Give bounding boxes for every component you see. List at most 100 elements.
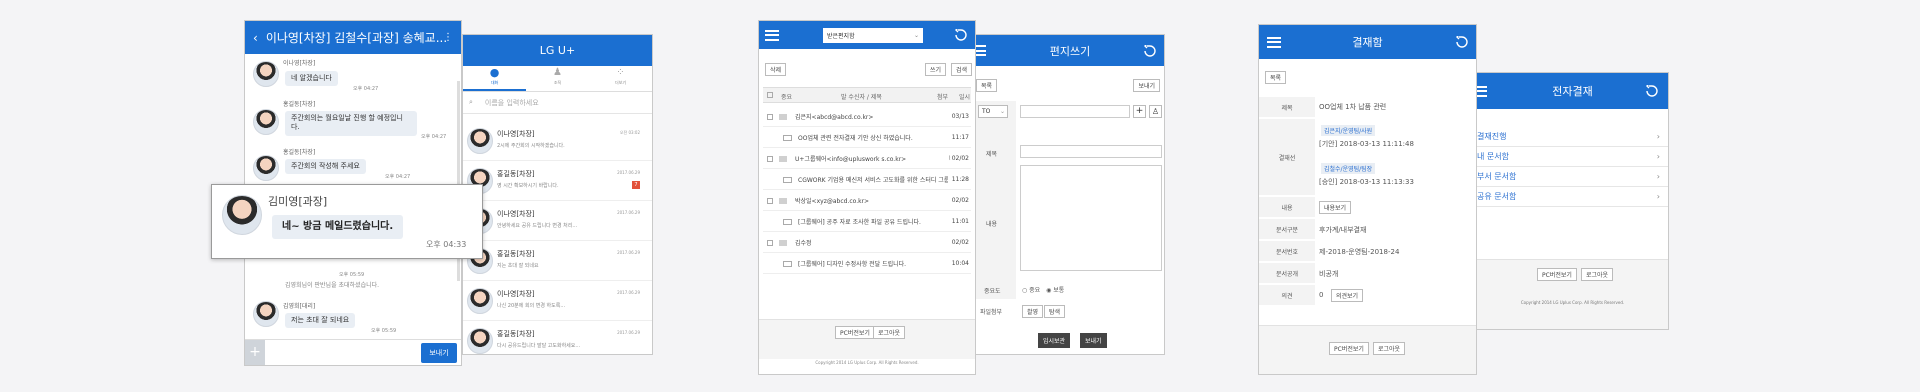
search-bar[interactable]: ⌕ 이름을 입력하세요 bbox=[463, 92, 652, 114]
chat-message bbox=[253, 61, 279, 87]
chat-input[interactable] bbox=[267, 344, 417, 362]
conversation-row[interactable]: 이나영[차장] 2시에 주간회의 시작하겠습니다. 오전 03:02 bbox=[463, 121, 652, 161]
menu-icon[interactable] bbox=[976, 45, 986, 56]
address-book-icon[interactable]: ♙ bbox=[1149, 105, 1162, 118]
back-icon[interactable] bbox=[1142, 44, 1158, 57]
refresh-icon[interactable] bbox=[953, 29, 969, 41]
view-opinion-button[interactable]: 의견보기 bbox=[1331, 289, 1364, 302]
send-top-button[interactable]: 보내기 bbox=[1133, 79, 1160, 92]
browse-button[interactable]: 탐색 bbox=[1044, 305, 1066, 318]
mail-star-icon[interactable] bbox=[779, 113, 787, 120]
mail-sender-row[interactable]: 김수정 02/02 bbox=[763, 233, 971, 253]
mail-checkbox[interactable] bbox=[767, 197, 773, 204]
view-content-button[interactable]: 내용보기 bbox=[1319, 201, 1352, 214]
conversation-row[interactable]: 이나영[차장] 안녕하세요 공유 드립니다 변경 처리... 2017.06.29 bbox=[463, 201, 652, 241]
write-button[interactable]: 쓰기 bbox=[925, 63, 947, 76]
subject-input[interactable] bbox=[1020, 145, 1162, 158]
compose-title: 편지쓰기 bbox=[1049, 44, 1091, 58]
menu-icon[interactable] bbox=[1267, 36, 1281, 48]
menu-item-my-docs[interactable]: 내 문서함 › bbox=[1477, 147, 1668, 167]
pc-version-button[interactable]: PC버전보기 bbox=[1329, 342, 1369, 355]
tab-more[interactable]: ⁘ 더보기 bbox=[589, 66, 652, 91]
mail-checkbox[interactable] bbox=[767, 113, 773, 120]
back-arrow-icon[interactable]: ‹ bbox=[253, 31, 258, 45]
unread-badge: 7 bbox=[632, 181, 640, 189]
search-placeholder: 이름을 입력하세요 bbox=[484, 98, 539, 107]
list-button[interactable]: 목록 bbox=[976, 79, 998, 92]
delete-button[interactable]: 삭제 bbox=[765, 63, 787, 76]
mail-sender-row[interactable]: 김은지<abcd@abcd.co.kr> 03/13 bbox=[763, 107, 971, 127]
menu-icon[interactable] bbox=[1477, 85, 1487, 97]
menu-item-dept-docs[interactable]: 부서 문서함 › bbox=[1477, 167, 1668, 187]
list-button[interactable]: 목록 bbox=[1265, 71, 1287, 84]
radio-important[interactable]: ○ 중요 bbox=[1022, 287, 1040, 294]
tab-chat[interactable]: ● 대화 bbox=[463, 66, 526, 91]
importance-options: ○ 중요 ◉ 보통 bbox=[1022, 285, 1064, 294]
logout-button[interactable]: 로그아웃 bbox=[1373, 342, 1406, 355]
radio-normal[interactable]: ◉ 보통 bbox=[1046, 287, 1064, 294]
logout-button[interactable]: 로그아웃 bbox=[873, 326, 906, 339]
mail-checkbox[interactable] bbox=[767, 155, 773, 162]
mail-subject-row[interactable]: [그룹웨어] 공주 자료 조사한 파일 공유 드립니다. 11:01 bbox=[763, 212, 971, 232]
sender-name: 이나영[차장] bbox=[283, 60, 316, 67]
mail-subject: OO업체 관련 전자결재 기안 상신 하였습니다. bbox=[798, 135, 913, 142]
menu-item-shared-docs[interactable]: 공유 문서함 › bbox=[1477, 187, 1668, 207]
mail-checkbox[interactable] bbox=[767, 239, 773, 246]
logout-button[interactable]: 로그아웃 bbox=[1581, 268, 1614, 281]
folder-select[interactable]: 받은편지함 ⌄ bbox=[823, 27, 923, 43]
menu-icon[interactable] bbox=[765, 29, 779, 41]
col-header: 일시 bbox=[959, 94, 971, 101]
mail-time: 10:04 bbox=[951, 260, 969, 267]
pc-version-button[interactable]: PC버전보기 bbox=[1537, 268, 1577, 281]
send-button[interactable]: 보내기 bbox=[1080, 333, 1107, 348]
mail-sender-row[interactable]: U+그룹웨어<info@upluswork s.co.kr> ⌇ 02/02 bbox=[763, 149, 971, 169]
message-popup[interactable]: 김미영[과장] 네~ 방금 메일드렸습니다. 오후 04:33 bbox=[211, 184, 483, 259]
to-input[interactable] bbox=[1020, 105, 1130, 118]
send-button[interactable]: 보내기 bbox=[421, 343, 457, 363]
back-icon[interactable] bbox=[1644, 85, 1660, 97]
avatar bbox=[467, 128, 493, 154]
search-button[interactable]: 검색 bbox=[951, 63, 973, 76]
conversation-preview: 안녕하세요 공유 드립니다 변경 처리... bbox=[497, 223, 578, 229]
mail-subject-row[interactable]: [그룹웨어] 디자인 수정사항 전달 드립니다. 10:04 bbox=[763, 254, 971, 274]
tab-label: 조직 bbox=[553, 80, 562, 85]
mail-sender-row[interactable]: 박상일<xyz@abcd.co.kr> 02/02 bbox=[763, 191, 971, 211]
menu-item-in-progress[interactable]: 결재진행 › bbox=[1477, 127, 1668, 147]
capture-button[interactable]: 촬영 bbox=[1022, 305, 1044, 318]
plus-icon[interactable]: + bbox=[245, 340, 265, 365]
doc-type-label: 문서구분 bbox=[1259, 219, 1315, 239]
mail-star-icon[interactable] bbox=[779, 197, 787, 204]
save-draft-button[interactable]: 임시보관 bbox=[1038, 333, 1071, 348]
system-time: 오후 05:59 bbox=[339, 272, 365, 278]
conversation-time: 오전 03:02 bbox=[619, 130, 640, 135]
body-textarea[interactable] bbox=[1020, 165, 1162, 271]
tab-org[interactable]: ♟ 조직 bbox=[526, 66, 589, 91]
chevron-down-icon: ⌄ bbox=[999, 108, 1005, 115]
envelope-icon bbox=[783, 260, 792, 267]
attach-label: 파일첨부 bbox=[980, 309, 1003, 316]
mail-subject-row[interactable]: OO업체 관련 전자결재 기안 상신 하였습니다. 11:17 bbox=[763, 128, 971, 148]
tab-label: 대화 bbox=[490, 80, 499, 85]
mail-star-icon[interactable] bbox=[779, 155, 787, 162]
to-select[interactable]: TO ⌄ bbox=[978, 105, 1008, 118]
envelope-icon bbox=[783, 134, 792, 141]
back-icon[interactable] bbox=[1454, 36, 1470, 48]
mail-subject-row[interactable]: CGWORK 기업용 메신저 서비스 고도화를 위한 스터디 그룹 11:28 bbox=[763, 170, 971, 190]
mail-date: 02/02 bbox=[951, 239, 969, 246]
select-all-checkbox[interactable] bbox=[767, 92, 773, 98]
conversation-time: 2017.06.29 bbox=[617, 290, 640, 295]
conversation-row[interactable]: 홍길동[차장] 영 시간 확보하시기 바랍니다. 2017.06.29 7 bbox=[463, 161, 652, 201]
more-icon[interactable]: ⋮ bbox=[443, 32, 453, 43]
conversation-row[interactable]: 홍길동[차장] 지는 초대 잘 되네요 2017.06.29 bbox=[463, 241, 652, 281]
grid-icon: ⁘ bbox=[616, 67, 625, 78]
conversation-row[interactable]: 이나영[차장] 나신 20분에 회의 변경 하도록... 2017.06.29 bbox=[463, 281, 652, 321]
pc-version-button[interactable]: PC버전보기 bbox=[835, 326, 875, 339]
tab-bar: ● 대화 ♟ 조직 ⁘ 더보기 bbox=[463, 66, 652, 92]
conversation-row[interactable]: 홍길동[차장] 다시 공유드립니다 발달 고도화하세요... 2017.06.29 bbox=[463, 321, 652, 354]
add-recipient-icon[interactable]: + bbox=[1133, 105, 1146, 118]
mail-star-icon[interactable] bbox=[779, 239, 787, 246]
envelope-icon bbox=[783, 218, 792, 225]
avatar bbox=[222, 195, 262, 235]
importance-label: 중요도 bbox=[984, 288, 1001, 295]
messenger-list-screen: LG U+ ● 대화 ♟ 조직 ⁘ 더보기 ⌕ 이름을 입력하세요 이나영[차장… bbox=[462, 34, 653, 355]
